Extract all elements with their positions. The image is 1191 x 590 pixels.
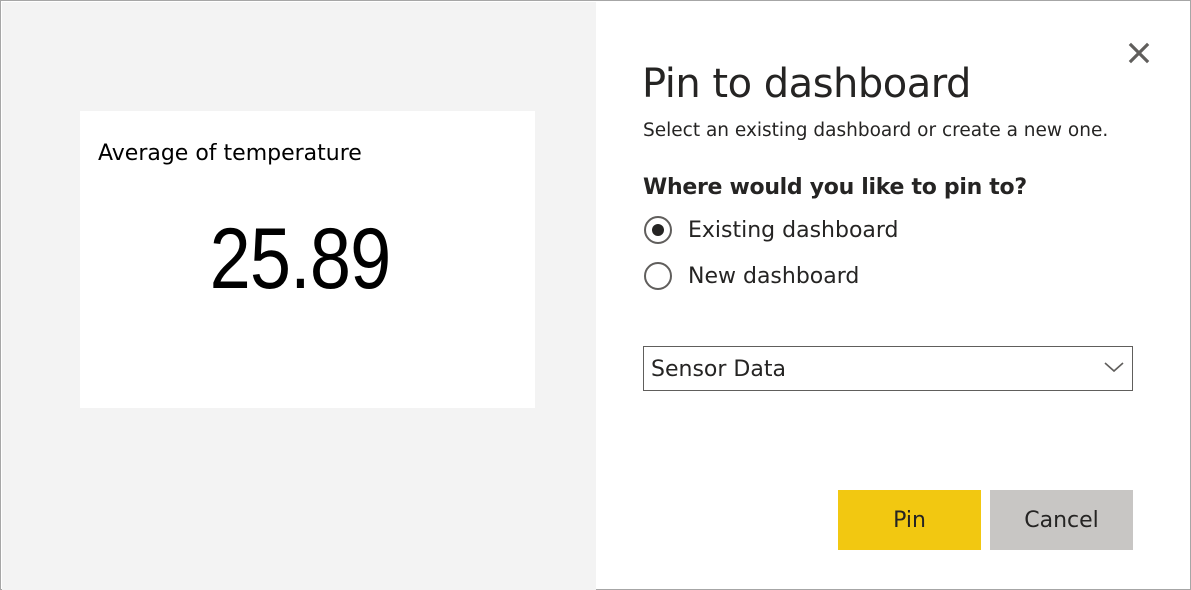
dialog-subtitle: Select an existing dashboard or create a… [643, 120, 1109, 141]
radio-unchecked-icon[interactable] [644, 262, 672, 290]
tile-preview-pane: Average of temperature 25.89 [2, 2, 596, 590]
dashboard-select-value: Sensor Data [651, 357, 786, 382]
cancel-button[interactable]: Cancel [990, 490, 1133, 550]
close-button[interactable] [1125, 39, 1153, 67]
tile-title: Average of temperature [98, 141, 362, 166]
radio-existing-dashboard[interactable]: Existing dashboard [644, 214, 899, 246]
dashboard-select[interactable]: Sensor Data [643, 346, 1133, 391]
tile-value: 25.89 [209, 211, 392, 307]
chevron-down-icon [1104, 362, 1124, 373]
card-tile-preview: Average of temperature 25.89 [80, 111, 535, 408]
dialog-title: Pin to dashboard [642, 61, 971, 107]
radio-checked-icon[interactable] [644, 216, 672, 244]
radio-label-existing: Existing dashboard [688, 217, 899, 243]
pin-to-dashboard-dialog: Average of temperature 25.89 Pin to dash… [0, 0, 1191, 590]
pin-button[interactable]: Pin [838, 490, 981, 550]
radio-label-new: New dashboard [688, 263, 860, 289]
close-icon [1128, 42, 1150, 64]
radio-new-dashboard[interactable]: New dashboard [644, 260, 859, 292]
pin-location-question: Where would you like to pin to? [643, 175, 1027, 200]
